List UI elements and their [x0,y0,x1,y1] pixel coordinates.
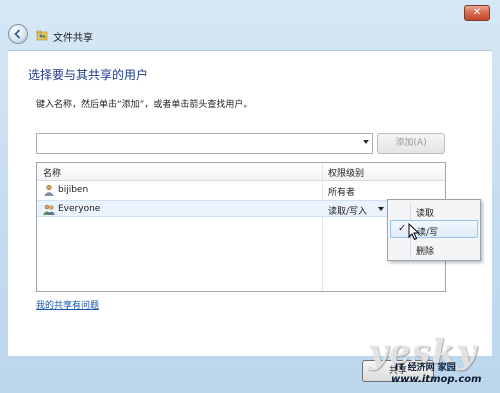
user-list: 名称 权限级别 bijiben 所有者 Everyone 读取/写入 [36,162,446,292]
watermark-caption: IT 经济网 家园 [395,363,456,373]
row-permission[interactable]: 读取/写入 [328,204,367,217]
table-row[interactable]: Everyone 读取/写入 [37,200,445,217]
user-name-combobox[interactable] [36,133,373,154]
page-heading: 选择要与其共享的用户 [28,68,149,82]
table-row[interactable]: bijiben 所有者 [37,182,445,199]
list-header: 名称 权限级别 [37,163,445,181]
title-bar: 文件共享 ✕ [0,0,500,50]
window-frame: 文件共享 ✕ 选择要与其共享的用户 键入名称，然后单击“添加”，或者单击箭头查找… [0,0,500,393]
menu-item-label: 删除 [416,247,435,257]
mouse-pointer-icon [408,223,420,241]
row-user-name: bijiben [58,185,89,195]
watermark-url: www.itmop.com [391,374,482,385]
menu-item-label: 读/写 [417,228,439,238]
user-icon [43,184,55,196]
menu-item-label: 读取 [416,209,435,219]
instruction-text: 键入名称，然后单击“添加”，或者单击箭头查找用户。 [36,100,253,110]
combo-dropdown-arrow-icon[interactable] [363,140,369,144]
back-arrow-icon [14,29,21,39]
column-header-name[interactable]: 名称 [43,166,61,179]
checkmark-icon: ✓ [398,223,407,234]
back-button[interactable] [8,24,28,44]
menu-item-remove[interactable]: 删除 [390,240,478,258]
group-icon [43,204,55,215]
row-user-name: Everyone [58,204,101,214]
menu-item-read-write[interactable]: ✓ 读/写 [390,220,478,238]
file-share-icon [36,30,48,41]
permission-menu: 读取 ✓ 读/写 删除 [387,199,481,261]
menu-item-read[interactable]: 读取 [390,202,478,220]
permission-dropdown-arrow-icon[interactable] [378,207,384,211]
window-title: 文件共享 [53,33,93,44]
add-button[interactable]: 添加(A) [377,133,445,154]
user-name-input[interactable] [39,136,363,153]
close-button[interactable]: ✕ [464,5,490,21]
column-header-permission[interactable]: 权限级别 [328,166,364,179]
sharing-help-link[interactable]: 我的共享有问题 [36,298,99,311]
row-permission: 所有者 [328,188,356,198]
